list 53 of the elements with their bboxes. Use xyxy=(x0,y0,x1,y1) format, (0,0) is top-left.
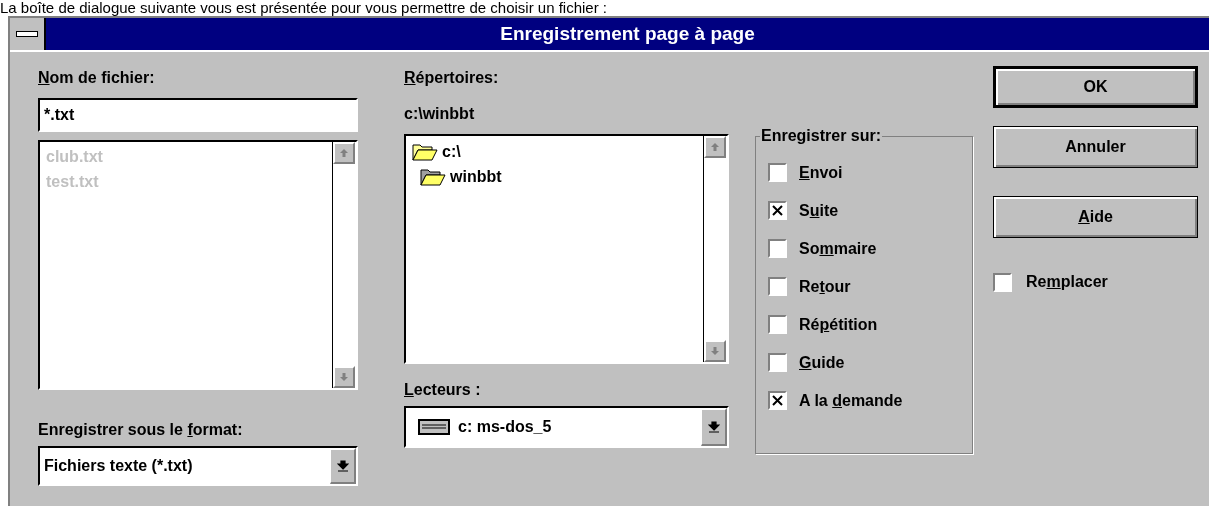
directory-item[interactable]: c:\ xyxy=(442,140,461,164)
field-label: Nom de fichier: xyxy=(38,68,156,88)
option-label[interactable]: A la demande xyxy=(799,388,903,413)
checkbox[interactable] xyxy=(768,201,787,220)
field-label: Répertoires: xyxy=(404,68,500,88)
up-arrow-icon xyxy=(710,142,720,152)
cross-icon xyxy=(772,205,783,216)
checkbox[interactable] xyxy=(768,163,787,182)
dialog-button[interactable]: Annuler xyxy=(993,126,1198,168)
checkbox[interactable] xyxy=(768,315,787,334)
group-title: Enregistrer sur: xyxy=(760,126,883,146)
down-arrow-icon xyxy=(710,346,720,356)
option-label[interactable]: Répétition xyxy=(799,312,878,337)
scroll-down-button[interactable] xyxy=(333,366,355,388)
checkbox[interactable] xyxy=(768,277,787,296)
scroll-up-button[interactable] xyxy=(333,142,355,164)
checkbox[interactable] xyxy=(768,353,787,372)
down-arrow-icon xyxy=(339,372,349,382)
option-label[interactable]: Guide xyxy=(799,350,845,375)
option-label[interactable]: Envoi xyxy=(799,160,843,185)
checkbox[interactable] xyxy=(768,239,787,258)
scroll-up-button[interactable] xyxy=(704,136,726,158)
dropdown-button[interactable] xyxy=(701,408,727,446)
minus-icon xyxy=(16,31,38,37)
option-label[interactable]: Retour xyxy=(799,274,851,299)
dialog-button[interactable]: OK xyxy=(993,66,1198,108)
directory-item[interactable]: winbbt xyxy=(450,165,502,189)
checkbox[interactable] xyxy=(768,391,787,410)
field-label: Enregistrer sous le format: xyxy=(38,420,244,440)
system-menu-button[interactable] xyxy=(10,18,46,50)
field-label: Lecteurs : xyxy=(404,380,482,400)
scrollbar[interactable] xyxy=(703,136,727,362)
option-label[interactable]: Suite xyxy=(799,198,839,223)
directory-list[interactable]: c:\ winbbt xyxy=(404,134,729,364)
filename-field[interactable]: *.txt xyxy=(38,98,358,132)
replace-label[interactable]: Remplacer xyxy=(1026,270,1108,294)
current-path: c:\winbbt xyxy=(404,104,476,124)
format-dropdown[interactable]: Fichiers texte (*.txt) xyxy=(38,446,358,486)
up-arrow-icon xyxy=(339,148,349,158)
intro-text: La boîte de dialogue suivante vous est présentée pour vous permettre de choisir un fichier : xyxy=(0,0,609,16)
drive-dropdown[interactable]: c: ms-dos_5 xyxy=(404,406,729,448)
folder-icon xyxy=(420,167,446,187)
dropdown-button[interactable] xyxy=(330,448,356,484)
down-arrow-icon xyxy=(336,460,349,472)
cross-icon xyxy=(772,395,783,406)
down-arrow-icon xyxy=(707,421,720,433)
scrollbar[interactable] xyxy=(332,142,356,388)
scroll-down-button[interactable] xyxy=(704,340,726,362)
window-title: Enregistrement page à page xyxy=(500,21,755,46)
option-label[interactable]: Sommaire xyxy=(799,236,877,261)
dialog-button[interactable]: Aide xyxy=(993,196,1198,238)
checkbox[interactable] xyxy=(993,272,1012,292)
drive-icon xyxy=(418,419,450,435)
